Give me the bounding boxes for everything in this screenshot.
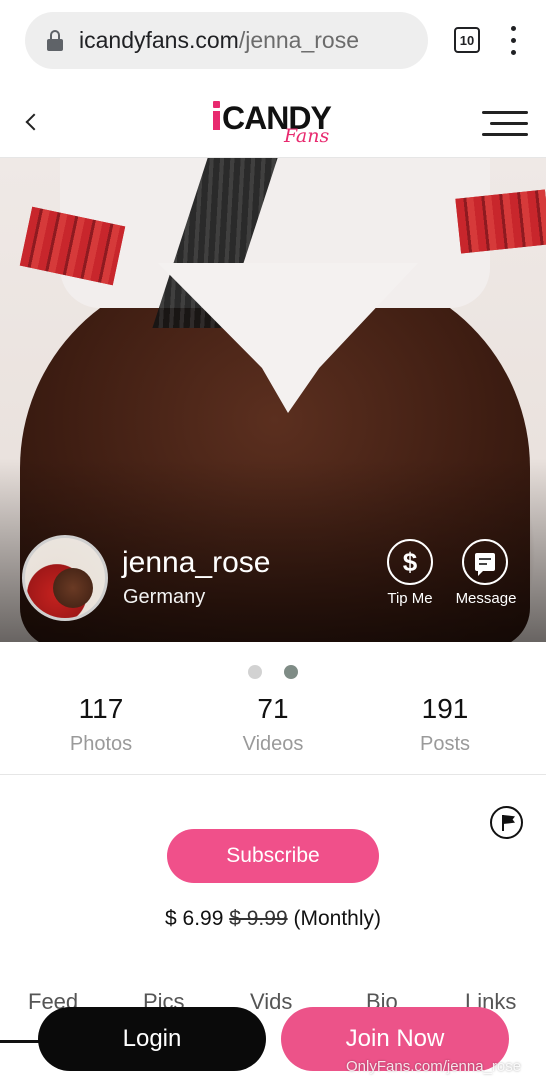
tab-vids[interactable]: Vids — [250, 989, 292, 1015]
price-original: $ 9.99 — [229, 907, 288, 930]
lock-icon[interactable] — [47, 30, 63, 52]
subscription-price: $ 6.99 $ 9.99 (Monthly) — [0, 907, 546, 931]
subscribe-button[interactable]: Subscribe — [167, 829, 379, 883]
watermark: OnlyFans.com/jenna_rose — [346, 1058, 522, 1075]
tip-button[interactable]: $ — [387, 539, 433, 585]
browser-chrome: icandyfans.com/jenna_rose 10 — [0, 0, 546, 84]
section-divider — [0, 774, 546, 775]
cover-photo: jenna_rose Germany $ Tip Me Message — [0, 158, 546, 642]
chat-icon — [475, 553, 495, 576]
menu-icon[interactable] — [482, 111, 528, 137]
back-chevron-icon[interactable] — [22, 108, 44, 134]
profile-country: Germany — [123, 586, 206, 608]
dollar-icon: $ — [402, 546, 418, 577]
stat-videos[interactable]: 71 Videos — [198, 693, 348, 756]
stat-value: 191 — [421, 693, 469, 724]
site-logo[interactable]: CANDY Fans — [210, 98, 340, 148]
login-button[interactable]: Login — [38, 1007, 266, 1071]
message-button[interactable] — [462, 539, 508, 585]
url-domain: icandyfans.com — [79, 27, 239, 53]
stat-photos[interactable]: 117 Photos — [26, 693, 176, 756]
stat-posts[interactable]: 191 Posts — [370, 693, 520, 756]
more-vert-icon[interactable] — [508, 26, 520, 56]
url-path: /jenna_rose — [238, 27, 360, 53]
message-label[interactable]: Message — [448, 590, 524, 607]
decorative-bar — [0, 1040, 40, 1043]
stat-value: 117 — [78, 693, 124, 724]
tip-label[interactable]: Tip Me — [380, 590, 440, 607]
stat-label: Videos — [242, 733, 304, 755]
profile-username: jenna_rose — [122, 546, 271, 579]
price-current: $ 6.99 — [165, 907, 224, 930]
site-header: CANDY Fans — [0, 84, 546, 158]
address-bar[interactable]: icandyfans.com/jenna_rose — [25, 12, 428, 69]
flag-icon[interactable] — [490, 806, 523, 839]
url-text[interactable]: icandyfans.com/jenna_rose — [79, 27, 359, 54]
avatar[interactable] — [22, 535, 108, 621]
logo-subscript: Fans — [284, 125, 330, 147]
tabs-counter-icon[interactable]: 10 — [454, 27, 480, 53]
stat-label: Photos — [69, 733, 133, 755]
price-period: (Monthly) — [293, 907, 381, 930]
carousel-dot-1[interactable] — [248, 665, 262, 679]
carousel-dot-2-active[interactable] — [284, 665, 298, 679]
stat-value: 71 — [257, 693, 289, 724]
stat-label: Posts — [419, 733, 471, 755]
